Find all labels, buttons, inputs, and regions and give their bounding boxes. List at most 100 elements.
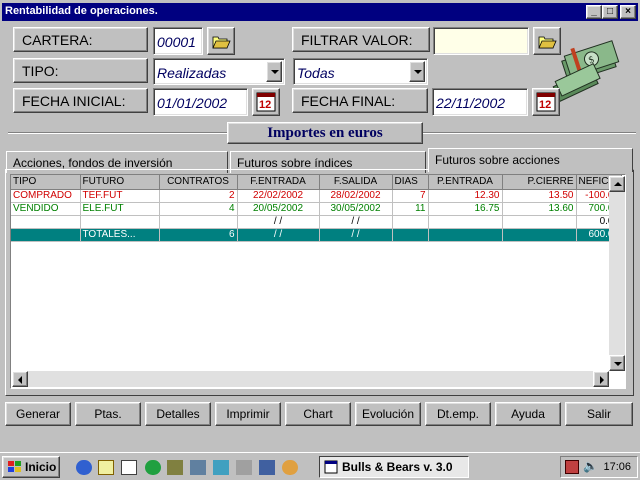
table-cell: TOTALES...: [80, 228, 160, 242]
app-icon-3[interactable]: [213, 460, 229, 475]
taskbar-app-button[interactable]: Bulls & Bears v. 3.0: [319, 456, 469, 478]
salir-button[interactable]: Salir: [565, 402, 633, 426]
calendar-icon: 12: [536, 92, 556, 112]
ptas-button[interactable]: Ptas.: [75, 402, 141, 426]
app-icon-5[interactable]: [259, 460, 275, 475]
column-header[interactable]: TIPO: [11, 175, 81, 190]
app-icon-6[interactable]: [282, 460, 298, 475]
table-cell: 22/02/2002: [237, 189, 320, 203]
tipo-select[interactable]: Realizadas: [153, 58, 285, 85]
fecha-final-field[interactable]: 22/11/2002: [432, 88, 528, 116]
outlook-express-icon[interactable]: [98, 460, 114, 475]
generar-button-label: Generar: [15, 407, 61, 421]
totals-row[interactable]: TOTALES... 6 / / / / 600.00: [11, 228, 623, 242]
table-cell: [502, 215, 577, 229]
column-header[interactable]: DIAS: [392, 175, 429, 190]
taskbar: Inicio Bulls & Bears v. 3.0 🔈 17:06: [0, 452, 640, 480]
table-cell: / /: [319, 228, 393, 242]
table-cell: / /: [237, 215, 320, 229]
column-header[interactable]: F.SALIDA: [319, 175, 393, 190]
results-grid[interactable]: TIPO FUTURO CONTRATOS F.ENTRADA F.SALIDA…: [10, 174, 626, 389]
cartera-field[interactable]: 00001: [153, 27, 203, 55]
dt-emp-button-label: Dt.emp.: [436, 407, 479, 421]
internet-explorer-icon[interactable]: [76, 460, 92, 475]
chart-button-label: Chart: [303, 407, 333, 421]
chart-button[interactable]: Chart: [285, 402, 351, 426]
svg-text:12: 12: [539, 99, 551, 111]
dt-emp-button[interactable]: Dt.emp.: [425, 402, 491, 426]
close-button[interactable]: ×: [620, 5, 636, 19]
table-cell: TEF.FUT: [80, 189, 160, 203]
results-table: TIPO FUTURO CONTRATOS F.ENTRADA F.SALIDA…: [11, 175, 623, 242]
table-cell: 6: [159, 228, 238, 242]
scroll-up-button[interactable]: [609, 176, 625, 192]
tray-app-icon[interactable]: [565, 460, 579, 474]
table-cell: [11, 215, 81, 229]
detalles-button[interactable]: Detalles: [145, 402, 211, 426]
column-header[interactable]: CONTRATOS: [159, 175, 238, 190]
folder-icon: [212, 36, 231, 49]
ayuda-button-label: Ayuda: [511, 407, 545, 421]
table-cell: 28/02/2002: [319, 189, 393, 203]
generar-button[interactable]: Generar: [5, 402, 71, 426]
clock[interactable]: 17:06: [603, 461, 631, 473]
imprimir-button[interactable]: Imprimir: [215, 402, 281, 426]
table-cell: ELE.FUT: [80, 202, 160, 216]
tipo2-select[interactable]: Todas: [293, 58, 428, 85]
arrow-right-icon: [600, 376, 604, 384]
table-cell: / /: [237, 228, 320, 242]
window-title: Rentabilidad de operaciones.: [5, 5, 158, 17]
calendar-button-inicial[interactable]: 12: [252, 88, 280, 116]
table-cell: [428, 215, 503, 229]
minimize-button[interactable]: _: [586, 5, 602, 19]
column-header[interactable]: FUTURO: [80, 175, 160, 190]
maximize-button[interactable]: □: [602, 5, 618, 19]
chevron-down-icon[interactable]: [409, 61, 425, 82]
taskbar-app-label: Bulls & Bears v. 3.0: [342, 460, 453, 474]
horizontal-scrollbar[interactable]: [12, 371, 609, 387]
app-window: Rentabilidad de operaciones. _ □ × CARTE…: [0, 0, 640, 452]
open-folder-button[interactable]: [207, 27, 235, 55]
arrow-up-icon: [614, 182, 622, 186]
table-cell: [428, 228, 503, 242]
table-row[interactable]: VENDIDO ELE.FUT 4 20/05/2002 30/05/2002 …: [11, 202, 623, 216]
table-cell: 30/05/2002: [319, 202, 393, 216]
table-cell: 13.60: [502, 202, 577, 216]
column-header[interactable]: P.ENTRADA: [428, 175, 503, 190]
table-cell: [11, 228, 81, 242]
app-icon-2[interactable]: [190, 460, 206, 475]
ptas-button-label: Ptas.: [94, 407, 122, 421]
desktop-icon[interactable]: [121, 460, 137, 475]
table-row[interactable]: COMPRADO TEF.FUT 2 22/02/2002 28/02/2002…: [11, 189, 623, 203]
filtrar-valor-field[interactable]: [433, 27, 529, 55]
table-cell: [80, 215, 160, 229]
tipo2-select-value: Todas: [297, 65, 335, 81]
scroll-right-button[interactable]: [593, 371, 609, 387]
table-row[interactable]: / / / / 0.00: [11, 215, 623, 229]
table-cell: 16.75: [428, 202, 503, 216]
table-cell: 13.50: [502, 189, 577, 203]
evolucion-button[interactable]: Evolución: [355, 402, 421, 426]
scroll-left-button[interactable]: [12, 371, 28, 387]
chevron-down-icon[interactable]: [266, 61, 282, 82]
column-header[interactable]: P.CIERRE: [502, 175, 577, 190]
speaker-icon[interactable]: 🔈: [583, 459, 598, 473]
vertical-scrollbar[interactable]: [609, 176, 625, 371]
fecha-inicial-field[interactable]: 01/01/2002: [153, 88, 248, 116]
start-button[interactable]: Inicio: [2, 456, 60, 478]
scroll-down-button[interactable]: [609, 355, 625, 371]
money-stack-icon: $: [552, 40, 620, 102]
table-cell: 20/05/2002: [237, 202, 320, 216]
calendar-button-final[interactable]: 12: [532, 88, 560, 116]
channels-icon[interactable]: [145, 460, 161, 475]
column-header[interactable]: F.ENTRADA: [237, 175, 320, 190]
table-cell: VENDIDO: [11, 202, 81, 216]
title-bar[interactable]: Rentabilidad de operaciones. _ □ ×: [2, 3, 638, 21]
table-cell: [392, 228, 429, 242]
ayuda-button[interactable]: Ayuda: [495, 402, 561, 426]
tab-futuros-acciones[interactable]: Futuros sobre acciones: [428, 148, 633, 172]
arrow-left-icon: [18, 376, 22, 384]
app-icon-1[interactable]: [167, 460, 183, 475]
app-icon-4[interactable]: [236, 460, 252, 475]
svg-text:12: 12: [259, 99, 271, 111]
